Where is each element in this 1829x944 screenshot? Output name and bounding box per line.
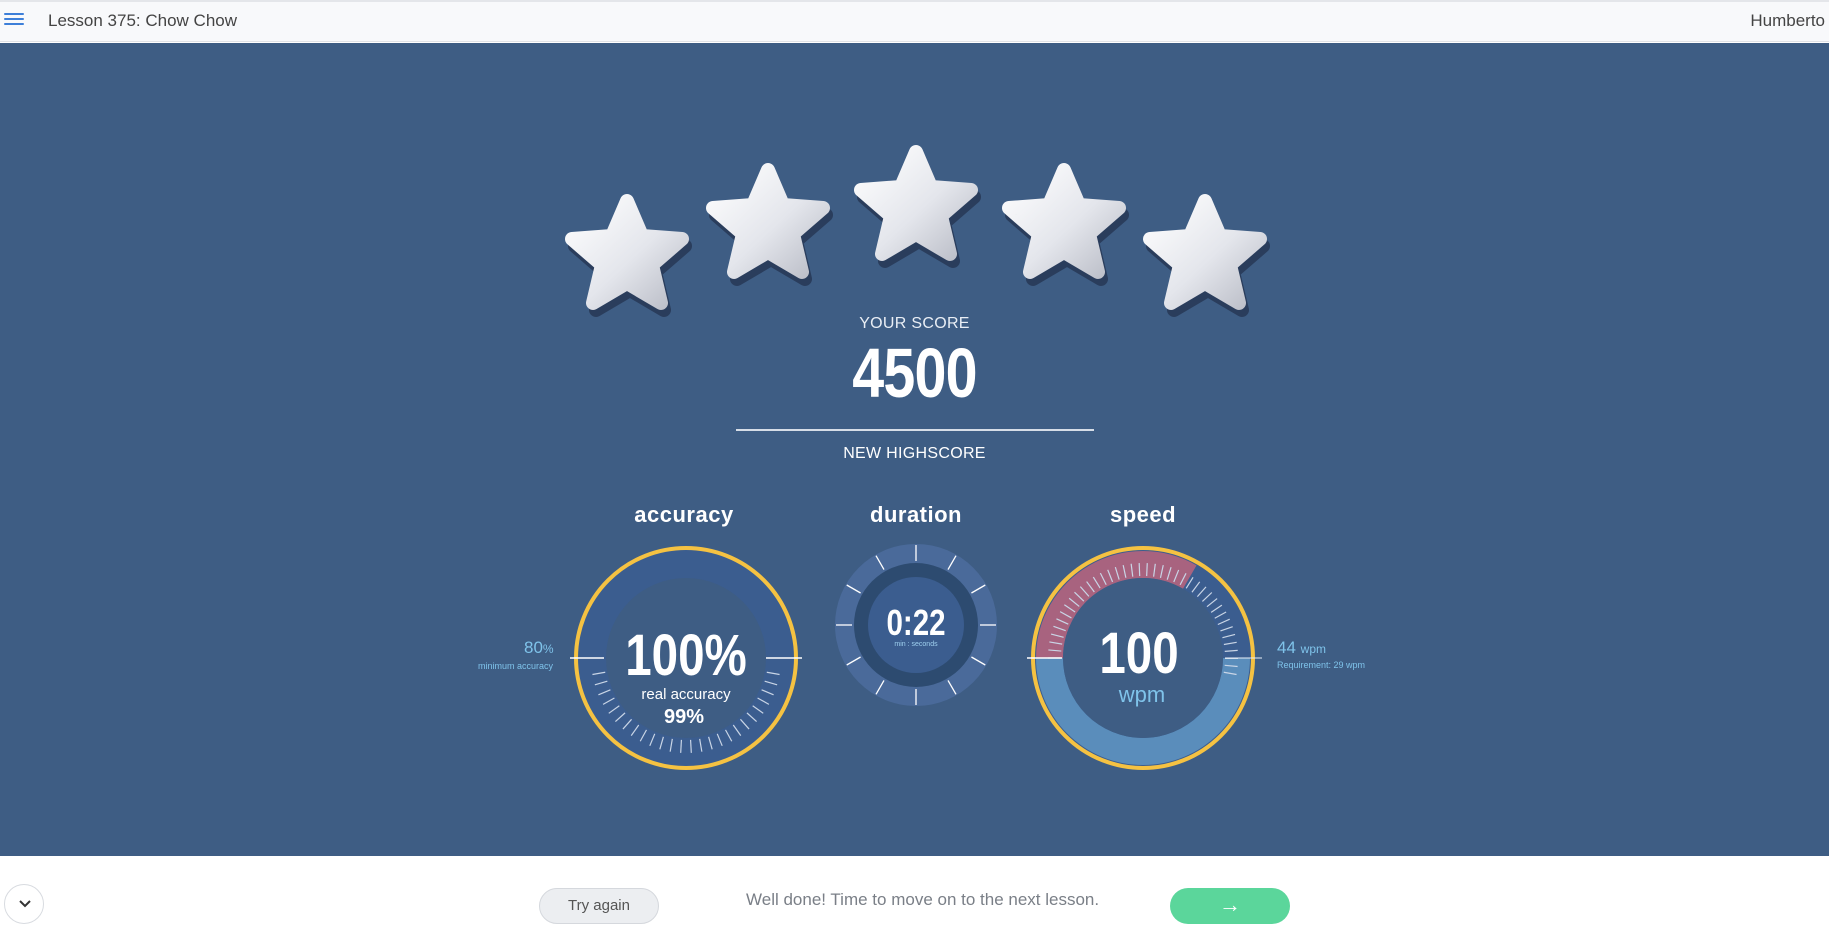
duration-gauge: 0:22 min : seconds xyxy=(835,544,997,706)
accuracy-tick xyxy=(680,739,683,753)
hamburger-menu-icon[interactable] xyxy=(4,11,24,31)
gauges: 100% real accuracy 99% 0:22 min : second… xyxy=(570,544,1262,770)
next-lesson-button[interactable]: → xyxy=(1170,888,1290,924)
accuracy-value: 100% xyxy=(625,624,747,689)
accuracy-tick xyxy=(689,739,692,753)
user-name[interactable]: Humberto xyxy=(1750,11,1825,31)
duration-value: 0:22 xyxy=(886,602,945,642)
arrow-right-icon: → xyxy=(1219,892,1241,917)
collapse-button[interactable] xyxy=(4,884,44,924)
real-accuracy-label: real accuracy xyxy=(641,686,731,703)
duration-unit-label: min : seconds xyxy=(894,641,938,648)
try-again-button[interactable]: Try again xyxy=(539,888,659,924)
lesson-title: Lesson 375: Chow Chow xyxy=(48,11,238,30)
speed-gauge: 100 wpm xyxy=(1027,546,1262,770)
speed-value: 100 xyxy=(1099,622,1178,687)
top-bar: Lesson 375: Chow Chow Humberto xyxy=(0,0,1829,42)
speed-tick xyxy=(1138,563,1141,577)
results-panel: YOUR SCORE 4500 NEW HIGHSCORE accuracy d… xyxy=(0,43,1829,856)
speed-tick xyxy=(1146,563,1148,577)
bottom-bar: Try again Well done! Time to move on to … xyxy=(0,856,1829,944)
real-accuracy-value: 99% xyxy=(664,706,704,728)
accuracy-gauge: 100% real accuracy 99% xyxy=(570,546,802,770)
result-message: Well done! Time to move on to the next l… xyxy=(746,890,1100,909)
chevron-down-icon xyxy=(19,900,31,908)
speed-unit: wpm xyxy=(1118,682,1165,707)
